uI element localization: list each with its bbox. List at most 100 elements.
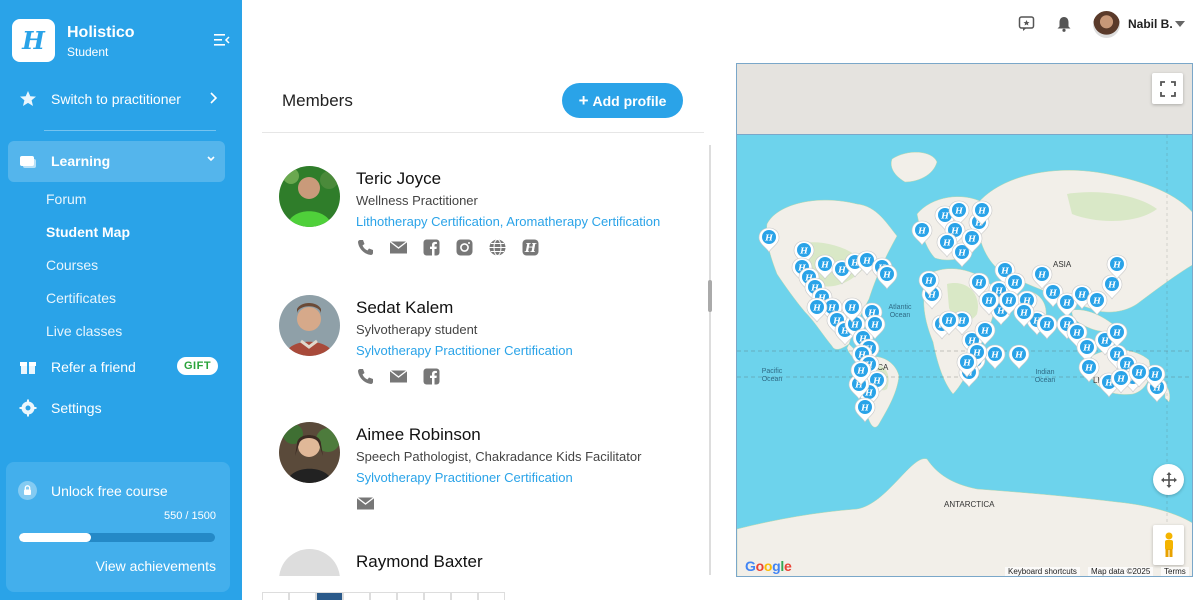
sidebar-item-learning[interactable]: Learning xyxy=(8,141,225,182)
page-button[interactable] xyxy=(262,592,289,600)
gear-icon xyxy=(19,399,37,417)
chevron-right-icon xyxy=(210,92,218,104)
page-button[interactable] xyxy=(424,592,451,600)
instagram-icon[interactable] xyxy=(455,238,474,257)
terms-link[interactable]: Terms xyxy=(1161,567,1189,576)
unlock-progress-bar xyxy=(19,533,215,542)
map-pin[interactable] xyxy=(1036,314,1058,340)
page-button[interactable] xyxy=(289,592,316,600)
member-role: Sylvotherapy student xyxy=(356,322,478,337)
star-swap-icon xyxy=(20,91,36,106)
facebook-icon[interactable] xyxy=(422,367,441,386)
pan-control-button[interactable] xyxy=(1153,464,1184,495)
page-button[interactable] xyxy=(451,592,478,600)
pagination xyxy=(262,592,505,600)
phone-icon[interactable] xyxy=(356,367,375,386)
member-contact-icons xyxy=(356,494,375,513)
member-certifications[interactable]: Sylvotherapy Practitioner Certification xyxy=(356,470,573,485)
member-name[interactable]: Teric Joyce xyxy=(356,169,441,189)
map-pin[interactable] xyxy=(911,220,933,246)
gift-icon xyxy=(20,362,36,374)
user-role: Student xyxy=(67,45,109,59)
learning-icon xyxy=(20,156,36,168)
google-logo: Google xyxy=(745,558,792,574)
add-profile-button[interactable]: + Add profile xyxy=(562,83,683,118)
lock-icon xyxy=(18,481,37,500)
map-pin[interactable] xyxy=(758,227,780,253)
sidebar-item-student-map[interactable]: Student Map xyxy=(46,224,130,240)
holistico-icon[interactable]: H xyxy=(521,238,540,257)
switch-to-practitioner[interactable]: Switch to practitioner xyxy=(0,88,242,110)
member-photo xyxy=(279,166,340,227)
member-card[interactable]: RB Raymond Baxter xyxy=(279,549,699,576)
plus-icon: + xyxy=(578,91,589,110)
settings-label: Settings xyxy=(51,400,102,416)
page-button-current[interactable] xyxy=(316,592,343,600)
facebook-icon[interactable] xyxy=(422,238,441,257)
map-pin[interactable] xyxy=(1086,290,1108,316)
sidebar: H Holistico Student Switch to practition… xyxy=(0,0,242,600)
member-certifications[interactable]: Sylvotherapy Practitioner Certification xyxy=(356,343,573,358)
bell-icon[interactable] xyxy=(1055,15,1073,33)
sidebar-item-refer[interactable]: Refer a friend GIFT xyxy=(0,356,242,378)
page-button[interactable] xyxy=(370,592,397,600)
member-photo xyxy=(279,422,340,483)
members-divider xyxy=(262,132,704,133)
sidebar-divider xyxy=(44,130,216,131)
gift-badge: GIFT xyxy=(177,357,219,375)
unlock-course-card: Unlock free course 550 / 1500 View achie… xyxy=(6,462,230,592)
map-pin[interactable] xyxy=(1008,344,1030,370)
member-name[interactable]: Sedat Kalem xyxy=(356,298,453,318)
collapse-sidebar-icon[interactable] xyxy=(214,33,230,47)
member-name[interactable]: Aimee Robinson xyxy=(356,425,481,445)
view-achievements-link[interactable]: View achievements xyxy=(96,558,216,574)
email-icon[interactable] xyxy=(389,238,408,257)
fullscreen-button[interactable] xyxy=(1152,73,1183,104)
member-initials: RB xyxy=(279,549,340,576)
map-pin[interactable] xyxy=(806,297,828,323)
chat-star-icon[interactable] xyxy=(1018,15,1036,33)
sidebar-item-forum[interactable]: Forum xyxy=(46,191,86,207)
move-arrows-icon xyxy=(1160,471,1177,488)
email-icon[interactable] xyxy=(389,367,408,386)
map-pin[interactable] xyxy=(854,397,876,423)
fullscreen-icon xyxy=(1159,80,1176,97)
member-name[interactable]: Raymond Baxter xyxy=(356,552,483,572)
member-certifications[interactable]: Lithotherapy Certification, Aromatherapy… xyxy=(356,214,660,229)
svg-text:H: H xyxy=(524,241,537,255)
sidebar-item-settings[interactable]: Settings xyxy=(0,397,242,419)
sidebar-item-live-classes[interactable]: Live classes xyxy=(46,323,122,339)
map-pin[interactable] xyxy=(876,264,898,290)
email-icon[interactable] xyxy=(356,494,375,513)
brand-logo[interactable]: H xyxy=(12,19,55,62)
phone-icon[interactable] xyxy=(356,238,375,257)
members-scrollbar[interactable] xyxy=(709,145,711,575)
user-name[interactable]: Nabil B. xyxy=(1128,17,1173,31)
page-button[interactable] xyxy=(478,592,505,600)
page-button[interactable] xyxy=(397,592,424,600)
user-avatar[interactable] xyxy=(1093,11,1120,38)
member-role: Speech Pathologist, Chakradance Kids Fac… xyxy=(356,449,642,464)
sidebar-item-courses[interactable]: Courses xyxy=(46,257,98,273)
caret-down-icon[interactable] xyxy=(1174,19,1186,29)
map-data-attribution: Map data ©2025 xyxy=(1088,567,1154,576)
map-pins-layer: H xyxy=(758,200,1168,423)
member-contact-icons: H xyxy=(356,238,540,257)
keyboard-shortcuts-link[interactable]: Keyboard shortcuts xyxy=(1005,567,1080,576)
unlock-count: 550 / 1500 xyxy=(164,510,216,522)
member-contact-icons xyxy=(356,367,441,386)
unlock-progress-fill xyxy=(19,533,91,542)
website-icon[interactable] xyxy=(488,238,507,257)
student-map[interactable]: ASIA Atlantic Ocean Pacific Ocean Indian… xyxy=(736,63,1193,577)
page-button[interactable] xyxy=(343,592,370,600)
member-photo xyxy=(279,295,340,356)
members-scrollbar-thumb[interactable] xyxy=(708,280,712,312)
sidebar-item-certificates[interactable]: Certificates xyxy=(46,290,116,306)
member-photo: RB xyxy=(279,549,340,576)
map-pin[interactable] xyxy=(984,344,1006,370)
learning-label: Learning xyxy=(51,153,111,169)
map-pin[interactable] xyxy=(1078,357,1100,383)
member-role: Wellness Practitioner xyxy=(356,193,478,208)
street-view-button[interactable] xyxy=(1153,525,1184,565)
brand-name: Holistico xyxy=(67,24,135,41)
